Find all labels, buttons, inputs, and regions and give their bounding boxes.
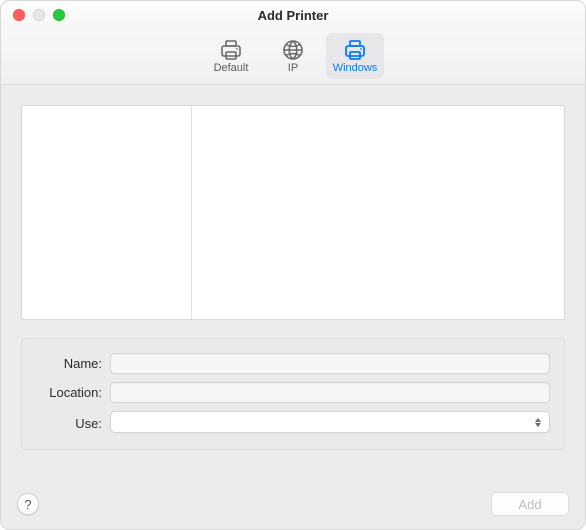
use-select-wrap xyxy=(110,411,550,435)
workgroup-list[interactable] xyxy=(22,106,192,319)
tab-group: Default IP xyxy=(202,33,384,79)
location-label: Location: xyxy=(32,385,110,400)
tab-default-label: Default xyxy=(214,63,249,74)
popup-arrows-icon xyxy=(531,414,545,430)
footer: ? Add xyxy=(1,479,585,529)
printer-icon xyxy=(219,39,243,61)
printer-list[interactable] xyxy=(192,106,564,319)
add-printer-window: Add Printer Default xyxy=(0,0,586,530)
use-popup-button[interactable] xyxy=(110,411,550,433)
tab-windows[interactable]: Windows xyxy=(326,33,384,79)
toolbar: Default IP xyxy=(1,29,585,85)
add-button[interactable]: Add xyxy=(491,492,569,516)
use-label: Use: xyxy=(32,416,110,431)
printer-details-panel: Name: Location: Use: xyxy=(21,338,565,450)
close-button[interactable] xyxy=(13,9,25,21)
tab-windows-label: Windows xyxy=(333,63,378,74)
window-title: Add Printer xyxy=(1,8,585,23)
zoom-button[interactable] xyxy=(53,9,65,21)
help-icon: ? xyxy=(24,497,31,512)
location-row: Location: xyxy=(32,382,550,403)
minimize-button xyxy=(33,9,45,21)
content-area: Name: Location: Use: xyxy=(1,85,585,479)
name-row: Name: xyxy=(32,353,550,374)
use-row: Use: xyxy=(32,411,550,435)
window-controls xyxy=(1,9,65,21)
name-label: Name: xyxy=(32,356,110,371)
globe-icon xyxy=(281,39,305,61)
tab-default[interactable]: Default xyxy=(202,33,260,79)
tab-ip-label: IP xyxy=(288,63,298,74)
help-button[interactable]: ? xyxy=(17,493,39,515)
tab-ip[interactable]: IP xyxy=(264,33,322,79)
name-input[interactable] xyxy=(110,353,550,374)
smb-browser-panel xyxy=(21,105,565,320)
location-input[interactable] xyxy=(110,382,550,403)
add-button-label: Add xyxy=(518,497,541,512)
printer-windows-icon xyxy=(343,39,367,61)
titlebar: Add Printer xyxy=(1,1,585,29)
